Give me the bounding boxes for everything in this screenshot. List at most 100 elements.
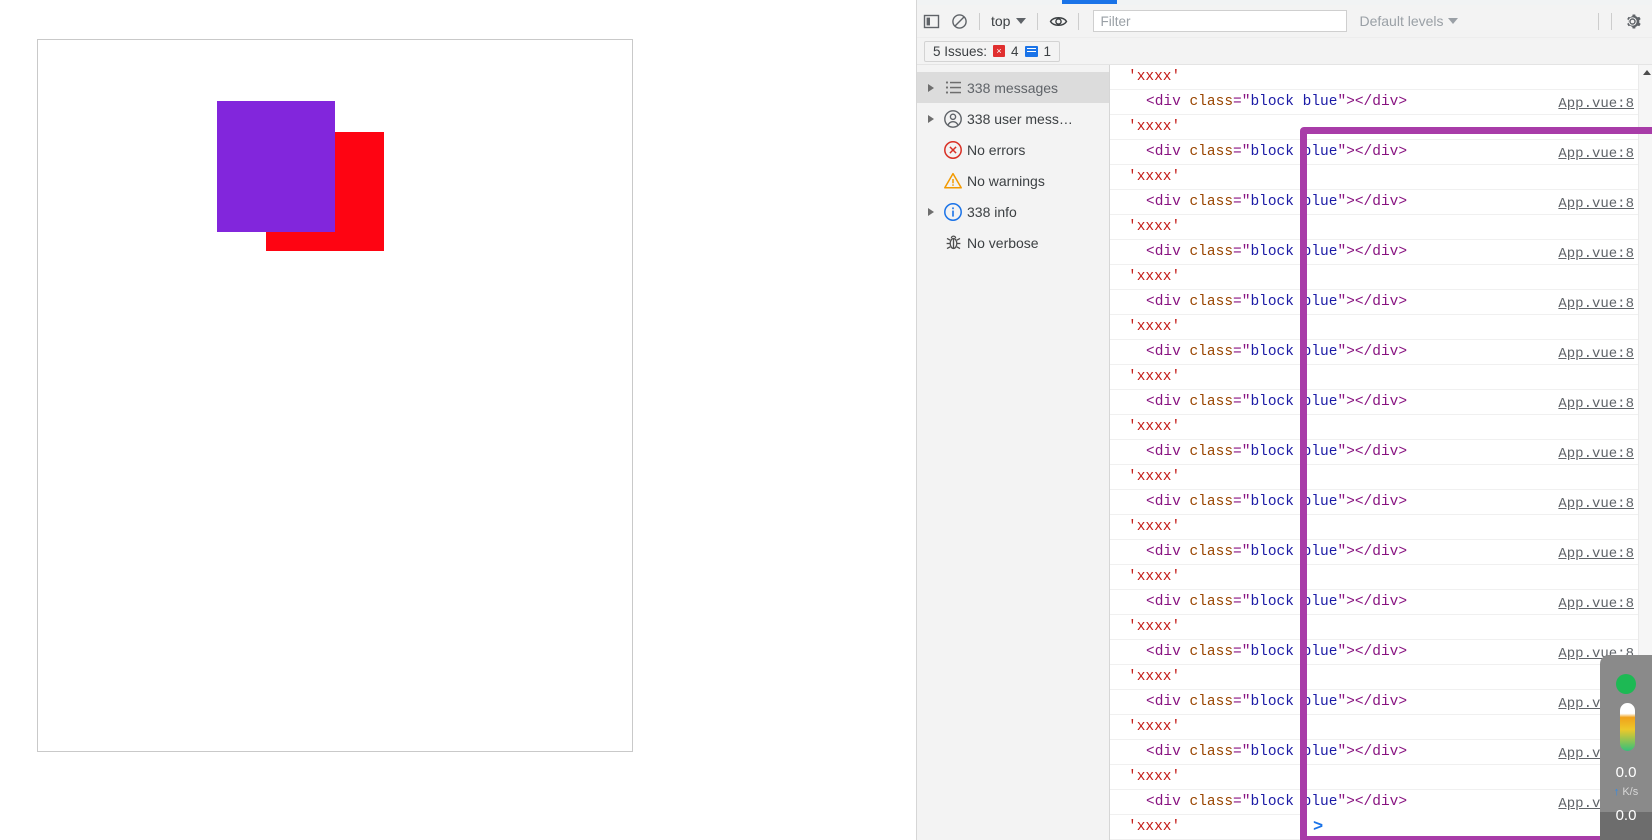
tab-active-indicator — [1062, 0, 1117, 4]
console-row-string[interactable]: 'xxxx' — [1110, 665, 1638, 690]
console-row-element[interactable]: <div class="block blue"></div> App.vue:8 — [1110, 240, 1638, 265]
console-row-element[interactable]: <div class="block blue"></div> App.vue:8 — [1110, 790, 1638, 815]
issues-chip-button[interactable]: 5 Issues: × 4 1 — [924, 40, 1061, 62]
console-row-string[interactable]: 'xxxx' — [1110, 615, 1638, 640]
console-source-link[interactable]: App.vue:8 — [1558, 342, 1634, 366]
console-source-link[interactable]: App.vue:8 — [1558, 192, 1634, 216]
console-string-value: 'xxxx' — [1128, 319, 1181, 335]
log-levels-select[interactable]: Default levels — [1359, 13, 1458, 29]
console-row-element[interactable]: <div class="block blue"></div> App.vue:8 — [1110, 190, 1638, 215]
gear-icon[interactable] — [1618, 8, 1646, 34]
sidebar-item-errors[interactable]: No errors — [917, 134, 1109, 165]
upload-arrow-icon: ↑ — [1613, 786, 1620, 798]
console-row-string[interactable]: 'xxxx' — [1110, 215, 1638, 240]
live-expression-icon[interactable] — [1044, 8, 1072, 34]
console-source-link[interactable]: App.vue:8 — [1558, 92, 1634, 116]
panel-toggle-icon[interactable] — [917, 8, 945, 34]
console-row-string[interactable]: 'xxxx' — [1110, 115, 1638, 140]
execution-context-select[interactable]: top — [986, 11, 1031, 31]
expand-arrow-icon[interactable] — [923, 114, 939, 123]
console-row-string[interactable]: 'xxxx' — [1110, 65, 1638, 90]
toolbar-divider-5 — [1611, 12, 1612, 30]
console-string-value: 'xxxx' — [1128, 269, 1181, 285]
devtools-panel: top Default levels — [916, 0, 1652, 840]
console-row-string[interactable]: 'xxxx' — [1110, 315, 1638, 340]
filter-input[interactable] — [1093, 10, 1348, 32]
expand-arrow-icon[interactable] — [923, 83, 939, 92]
console-row-element[interactable]: <div class="block blue"></div> App.vue:8 — [1110, 340, 1638, 365]
console-source-link[interactable]: App.vue:8 — [1558, 592, 1634, 616]
console-source-link[interactable]: App.vue:8 — [1558, 492, 1634, 516]
console-row-element[interactable]: <div class="block blue"></div> App.vue:8 — [1110, 140, 1638, 165]
clear-console-icon[interactable] — [945, 8, 973, 34]
chevron-down-icon — [1016, 18, 1027, 24]
issues-info-count: 1 — [1043, 43, 1052, 59]
sidebar-item-user-messages[interactable]: 338 user mess… — [917, 103, 1109, 134]
console-string-value: 'xxxx' — [1128, 69, 1181, 85]
sidebar-item-messages[interactable]: 338 messages — [917, 72, 1109, 103]
page-frame — [37, 39, 633, 752]
console-row-element[interactable]: <div class="block blue"></div> App.vue:8 — [1110, 690, 1638, 715]
upload-speed-value: 0.0 — [1615, 764, 1637, 781]
console-row-element[interactable]: <div class="block blue"></div> App.vue:8 — [1110, 290, 1638, 315]
speed-unit-label: ↑ K/s — [1600, 786, 1652, 798]
toolbar-divider-4 — [1598, 12, 1599, 30]
console-row-element[interactable]: <div class="block blue"></div> App.vue:8 — [1110, 540, 1638, 565]
toolbar-divider-2 — [1037, 12, 1039, 30]
console-messages-area: 'xxxx' <div class="block blue"></div> App.… — [1110, 65, 1652, 840]
purple-block[interactable] — [217, 101, 335, 232]
sidebar-item-warnings[interactable]: No warnings — [917, 165, 1109, 196]
console-messages-scroll[interactable]: 'xxxx' <div class="block blue"></div> App.… — [1110, 65, 1638, 840]
console-string-value: 'xxxx' — [1128, 719, 1181, 735]
console-row-string[interactable]: 'xxxx' — [1110, 565, 1638, 590]
execution-context-label: top — [991, 13, 1011, 29]
sidebar-item-verbose[interactable]: No verbose — [917, 227, 1109, 258]
console-row-element[interactable]: <div class="block blue"></div> App.vue:8 — [1110, 590, 1638, 615]
console-row-string[interactable]: 'xxxx' — [1110, 465, 1638, 490]
console-row-element[interactable]: <div class="block blue"></div> App.vue:8 — [1110, 740, 1638, 765]
console-row-string[interactable]: 'xxxx' — [1110, 265, 1638, 290]
console-source-link[interactable]: App.vue:8 — [1558, 392, 1634, 416]
console-row-string[interactable]: 'xxxx' — [1110, 765, 1638, 790]
download-speed-value: 0.0 — [1615, 807, 1637, 824]
sidebar-item-label: 338 user mess… — [967, 110, 1073, 127]
console-source-link[interactable]: App.vue:8 — [1558, 292, 1634, 316]
console-string-value: 'xxxx' — [1128, 369, 1181, 385]
console-row-element[interactable]: <div class="block blue"></div> App.vue:8 — [1110, 90, 1638, 115]
console-string-value: 'xxxx' — [1128, 619, 1181, 635]
sidebar-item-info[interactable]: 338 info — [917, 196, 1109, 227]
console-string-value: 'xxxx' — [1128, 419, 1181, 435]
console-string-value: 'xxxx' — [1128, 219, 1181, 235]
toolbar-divider-3 — [1078, 12, 1080, 30]
console-source-link[interactable]: App.vue:8 — [1558, 542, 1634, 566]
console-row-string[interactable]: 'xxxx' — [1110, 165, 1638, 190]
status-dot-icon — [1616, 674, 1636, 694]
network-speed-widget[interactable]: 0.0 ↑ K/s 0.0 — [1600, 655, 1652, 840]
console-row-element[interactable]: <div class="block blue"></div> App.vue:8 — [1110, 640, 1638, 665]
console-source-link[interactable]: App.vue:8 — [1558, 242, 1634, 266]
sidebar-item-label: 338 messages — [967, 79, 1059, 96]
console-row-string[interactable]: 'xxxx' — [1110, 715, 1638, 740]
unit-text: K/s — [1622, 786, 1639, 798]
scrollbar-up-arrow-icon[interactable] — [1639, 65, 1652, 80]
toolbar-divider-1 — [979, 12, 980, 30]
user-icon — [939, 109, 967, 129]
console-row-element[interactable]: <div class="block blue"></div> App.vue:8 — [1110, 490, 1638, 515]
console-string-value: 'xxxx' — [1128, 169, 1181, 185]
console-source-link[interactable]: App.vue:8 — [1558, 442, 1634, 466]
expand-arrow-icon[interactable] — [923, 207, 939, 216]
console-row-element[interactable]: <div class="block blue"></div> App.vue:8 — [1110, 390, 1638, 415]
console-string-value: 'xxxx' — [1128, 119, 1181, 135]
chevron-down-icon — [1447, 18, 1458, 24]
console-sidebar: 338 messages 338 user mess… No errors No wa… — [917, 65, 1110, 840]
error-badge-icon: × — [993, 45, 1006, 57]
log-levels-label: Default levels — [1359, 13, 1444, 29]
console-source-link[interactable]: App.vue:8 — [1558, 142, 1634, 166]
console-row-element[interactable]: <div class="block blue"></div> App.vue:8 — [1110, 440, 1638, 465]
console-row-string[interactable]: 'xxxx' — [1110, 515, 1638, 540]
console-row-string[interactable]: 'xxxx' — [1110, 365, 1638, 390]
console-row-string[interactable]: 'xxxx' — [1110, 415, 1638, 440]
sidebar-item-label: No verbose — [967, 234, 1039, 251]
bug-icon — [939, 233, 967, 252]
info-icon — [939, 202, 967, 222]
